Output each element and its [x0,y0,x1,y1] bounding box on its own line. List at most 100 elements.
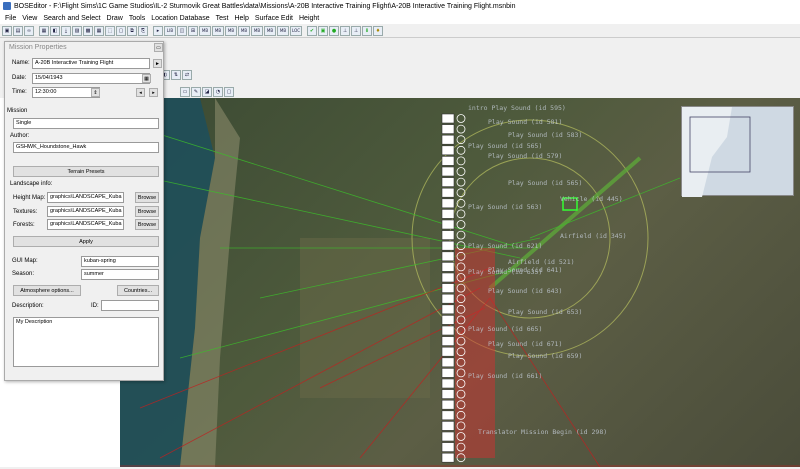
time-prev-button[interactable]: ◂ [136,88,145,97]
play-sound-icon[interactable] [441,421,455,431]
menu-location-database[interactable]: Location Database [148,15,212,22]
timer-icon[interactable] [456,167,466,176]
play-sound-icon[interactable] [441,209,455,219]
map-object-label[interactable]: Play Sound (id 671) [488,340,562,348]
object-icon[interactable]: ◫ [177,25,187,36]
grid-icon[interactable]: ▦ [94,25,104,36]
menu-height[interactable]: Height [296,15,322,22]
timer-icon[interactable] [456,410,466,420]
timer-icon[interactable] [456,198,466,208]
map-object-label[interactable]: Play Sound (id 653) [508,308,582,316]
paste-icon[interactable]: ⎘ [138,25,148,36]
mission-object-icons[interactable] [441,112,469,467]
mb-button-5[interactable]: MB [251,25,263,36]
timer-icon[interactable] [456,347,466,357]
forests-field[interactable]: graphics\LANDSCAPE_Kuba [47,219,124,230]
timer-icon[interactable] [456,209,466,219]
play-sound-icon[interactable] [441,452,455,463]
map-object-label[interactable]: Airfield (id 521) [508,258,575,266]
mb-button-2[interactable]: MB [212,25,224,36]
play-sound-icon[interactable] [441,431,455,442]
timer-icon[interactable] [456,273,466,282]
play-sound-icon[interactable] [441,378,455,389]
play-sound-icon[interactable] [441,124,455,134]
timer-icon[interactable] [456,294,466,304]
mb-button-4[interactable]: MB [238,25,250,36]
frame-icon[interactable]: ▢ [116,25,126,36]
calendar-icon[interactable]: ▦ [142,74,151,83]
play-sound-icon[interactable] [441,346,455,357]
view-c-icon[interactable]: ◪ [202,87,212,97]
play-sound-icon[interactable] [441,399,455,410]
group-icon[interactable]: ⊞ [188,25,198,36]
date-field[interactable]: 15/04/1943 [32,73,150,84]
minimap[interactable] [681,106,794,197]
signal-icon[interactable]: ⊥ [351,25,361,36]
tool-b-icon[interactable]: ⇄ [182,70,192,80]
map-object-label[interactable]: Play Sound (id 565) [508,179,582,187]
box-icon[interactable]: ▣ [318,25,328,36]
menu-surface-edit[interactable]: Surface Edit [252,15,296,22]
image-icon[interactable]: ▨ [72,25,82,36]
timer-icon[interactable] [456,220,466,229]
timer-icon[interactable] [456,177,466,187]
play-sound-icon[interactable] [441,304,455,315]
panel-close-button[interactable]: ▭ [154,43,163,52]
play-sound-icon[interactable] [441,166,455,177]
loc-button[interactable]: LOC [290,25,302,36]
terrain-presets-button[interactable]: Terrain Presets [13,166,159,177]
map-object-label[interactable]: Play Sound (id 643) [488,287,562,295]
play-sound-icon[interactable] [441,389,455,399]
menu-test[interactable]: Test [213,15,232,22]
season-select[interactable]: summer [81,269,159,280]
export-icon[interactable]: ⤓ [61,25,71,36]
timer-icon[interactable] [456,262,466,272]
map-object-label[interactable]: Play Sound (id 581) [488,118,562,126]
forests-browse-button[interactable]: Browse [135,219,159,230]
play-sound-icon[interactable] [441,410,455,421]
timer-icon[interactable] [456,135,466,145]
play-sound-icon[interactable] [441,272,455,283]
atmosphere-options-button[interactable]: Atmosphere options... [13,285,81,296]
timer-icon[interactable] [456,336,466,346]
timer-icon[interactable] [456,421,466,431]
texture-icon[interactable]: ▩ [83,25,93,36]
timer-icon[interactable] [456,304,466,314]
mb-button-6[interactable]: MB [264,25,276,36]
timer-icon[interactable] [456,400,466,410]
map-object-label[interactable]: Play Sound (id 563) [468,203,542,211]
play-sound-icon[interactable] [441,442,455,452]
menu-file[interactable]: File [2,15,19,22]
play-sound-icon[interactable] [441,325,455,336]
textures-field[interactable]: graphics\LANDSCAPE_Kuba [47,206,124,217]
map-object-label[interactable]: Play Sound (id 635) [468,268,542,276]
time-field[interactable]: 12:30:00 [32,87,100,98]
timer-icon[interactable] [456,442,466,452]
menu-view[interactable]: View [19,15,40,22]
check-icon[interactable]: ✔ [307,25,317,36]
timer-icon[interactable] [456,389,466,399]
height-map-field[interactable]: graphics\LANDSCAPE_Kuba [47,192,124,203]
select-icon[interactable]: ⬚ [105,25,115,36]
play-sound-icon[interactable] [441,156,455,166]
copy-icon[interactable]: ⧉ [127,25,137,36]
bulb-icon[interactable]: ♦ [373,25,383,36]
play-sound-icon[interactable] [441,368,455,378]
timer-icon[interactable] [456,326,466,335]
timer-icon[interactable] [456,432,466,441]
description-textarea[interactable]: My Description [13,317,159,367]
open-icon[interactable]: ▣ [2,25,12,36]
gui-map-select[interactable]: kuban-spring [81,256,159,267]
map-object-label[interactable]: Translator Mission Begin (id 298) [478,428,607,436]
layers-icon[interactable]: ◧ [50,25,60,36]
map-object-label[interactable]: intro Play Sound (id 595) [468,104,566,112]
mission-type-select[interactable]: Single [13,118,159,129]
play-sound-icon[interactable] [441,219,455,230]
timer-icon[interactable] [456,357,466,367]
view-a-icon[interactable]: ▭ [180,87,190,97]
menu-help[interactable]: Help [231,15,251,22]
play-sound-icon[interactable] [441,283,455,293]
timer-icon[interactable] [456,114,466,123]
timer-icon[interactable] [456,188,466,198]
map-object-label[interactable]: Play Sound (id 579) [488,152,562,160]
